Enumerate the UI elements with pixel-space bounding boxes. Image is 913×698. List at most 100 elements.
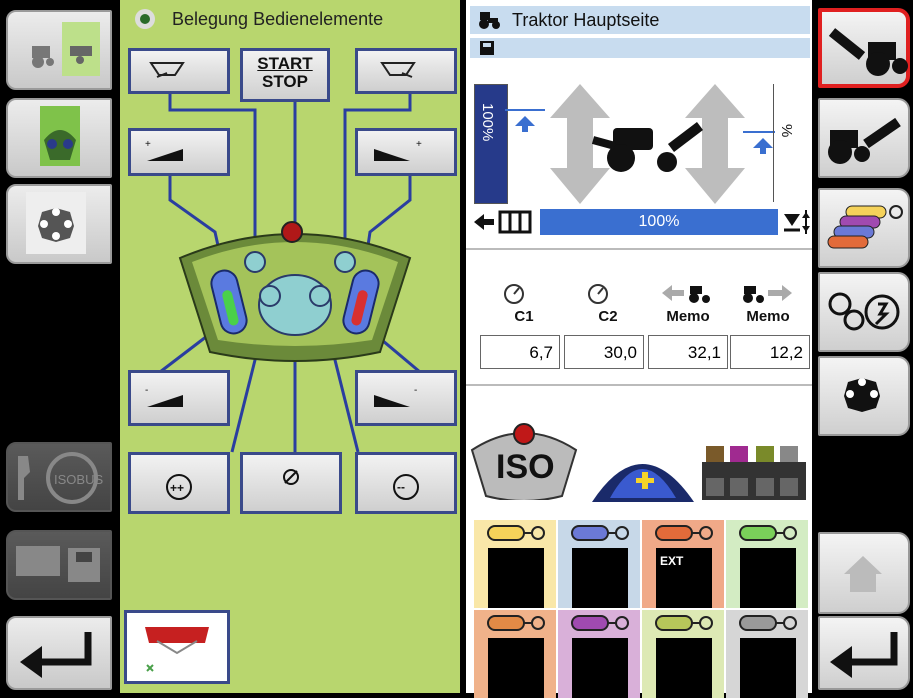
save-icon [480, 41, 494, 55]
ext-label: EXT [660, 554, 684, 568]
valve-tile-5[interactable] [474, 610, 556, 698]
joystick-button[interactable] [6, 184, 112, 264]
iso-label: ISO [496, 448, 555, 486]
valve-cylinder-icon [487, 525, 545, 541]
isobus-implement-button[interactable] [124, 610, 230, 684]
joystick-menu-icon [844, 378, 880, 412]
gears-engine-icon [828, 292, 900, 331]
tractor-subtitle-bar [470, 38, 810, 58]
spread-right-icon [380, 62, 416, 78]
engine-gears-button[interactable] [818, 272, 910, 352]
joystick-menu-button[interactable] [818, 356, 910, 436]
isobus-save-icon [16, 546, 100, 582]
valve-cylinder-icon [487, 615, 545, 631]
valve-display: EXT [656, 548, 712, 608]
valve-cylinder-icon [739, 525, 797, 541]
start-label: START [257, 54, 313, 73]
ramp-up-right-icon: + [374, 139, 422, 161]
memo-reverse-icon [662, 285, 710, 303]
rear-hitch-lower-icon[interactable] [782, 208, 812, 236]
header-c1: C1 [514, 308, 534, 325]
ramp-up-left-icon: + [145, 139, 183, 161]
tractor-title: Traktor Hauptseite [512, 10, 660, 30]
valve-display [488, 638, 544, 698]
home-button[interactable] [818, 532, 910, 614]
valve-cylinder-icon [571, 525, 629, 541]
spread-left-icon [149, 62, 185, 78]
memo-forward-icon [743, 285, 792, 303]
rate-increase-right-button[interactable]: + [355, 128, 457, 176]
hitch-diagram [505, 84, 775, 204]
valve-cylinder-icon [739, 615, 797, 631]
rate-decrease-right-button[interactable]: - [355, 370, 457, 426]
valve-grid: EXT [470, 516, 810, 698]
divider [466, 384, 812, 386]
svg-text:++: ++ [170, 481, 184, 495]
plus-both-button[interactable]: ++ [128, 452, 230, 514]
value-c2: 30,0 [564, 335, 644, 369]
spreader-isobus-logo [145, 627, 211, 673]
valve-cylinder-icon [571, 615, 629, 631]
ramp-down-right-icon: - [374, 385, 417, 407]
value-memo-1: 32,1 [648, 335, 728, 369]
minus-both-button[interactable]: -- [355, 452, 457, 514]
isobus-joystick-button[interactable] [6, 98, 112, 178]
valve-cylinder-icon [655, 525, 713, 541]
valve-display [572, 638, 628, 698]
tractor-rear-hitch-button[interactable] [818, 98, 910, 178]
back-button-right[interactable] [818, 616, 910, 690]
rate-reset-icon [283, 469, 299, 485]
plus-both-icon: ++ [166, 474, 192, 500]
valve-tile-6[interactable] [558, 610, 640, 698]
isobus-save-button[interactable] [6, 530, 112, 600]
tractor-implement-button[interactable] [6, 10, 112, 90]
header-memo-2: Memo [746, 308, 790, 325]
tractor-implement-icon [32, 22, 100, 76]
plus-minus-dome-icon[interactable] [590, 440, 696, 504]
rate-reset-button[interactable] [240, 452, 342, 514]
divider [466, 248, 812, 250]
rate-decrease-left-button[interactable]: - [128, 370, 230, 426]
isobus-settings-button[interactable]: ISOBUS [6, 442, 112, 512]
svg-text:--: -- [397, 480, 405, 494]
stop-label: STOP [262, 72, 308, 91]
back-arrow-icon [830, 632, 898, 678]
rate-increase-left-button[interactable]: + [128, 128, 230, 176]
back-button-left[interactable] [6, 616, 112, 690]
spread-right-button[interactable] [355, 48, 457, 94]
svg-text:+: + [145, 139, 151, 150]
valves-button[interactable] [818, 188, 910, 268]
speed-c2-icon [588, 284, 608, 304]
iso-joystick-button[interactable]: ISO [466, 410, 582, 500]
value-c1: 6,7 [480, 335, 560, 369]
tractor-title-bar: Traktor Hauptseite [470, 6, 810, 34]
valve-bank-icon[interactable] [700, 444, 810, 502]
assignment-lines [159, 94, 421, 453]
spread-left-button[interactable] [128, 48, 230, 94]
valve-tile-7[interactable] [642, 610, 724, 698]
isobus-wrench-icon: ISOBUS [18, 452, 103, 504]
valve-tile-8[interactable] [726, 610, 808, 698]
valve-tile-3[interactable]: EXT [642, 520, 724, 608]
tractor-front-hitch-icon [828, 28, 908, 76]
tractor-icon [479, 12, 500, 29]
start-stop-button[interactable]: START STOP [240, 48, 330, 102]
tractor-rear-hitch-icon [828, 117, 901, 164]
valve-display [488, 548, 544, 608]
valve-tile-2[interactable] [558, 520, 640, 608]
valve-display [572, 548, 628, 608]
svg-text:-: - [414, 385, 417, 396]
front-hitch-arrow-icon[interactable] [472, 208, 538, 236]
rear-hitch-percent: % [778, 124, 795, 138]
back-arrow-icon [20, 632, 92, 678]
valve-tile-4[interactable] [726, 520, 808, 608]
left-sidebar: ISOBUS [0, 0, 118, 693]
home-icon [844, 556, 882, 592]
valve-display [740, 638, 796, 698]
svg-text:ISOBUS: ISOBUS [54, 472, 103, 487]
minus-both-icon: -- [393, 474, 419, 500]
valve-tile-1[interactable] [474, 520, 556, 608]
front-hitch-level: 100% [474, 84, 508, 204]
tractor-front-hitch-button[interactable] [818, 8, 910, 88]
joystick-icon [26, 192, 86, 254]
